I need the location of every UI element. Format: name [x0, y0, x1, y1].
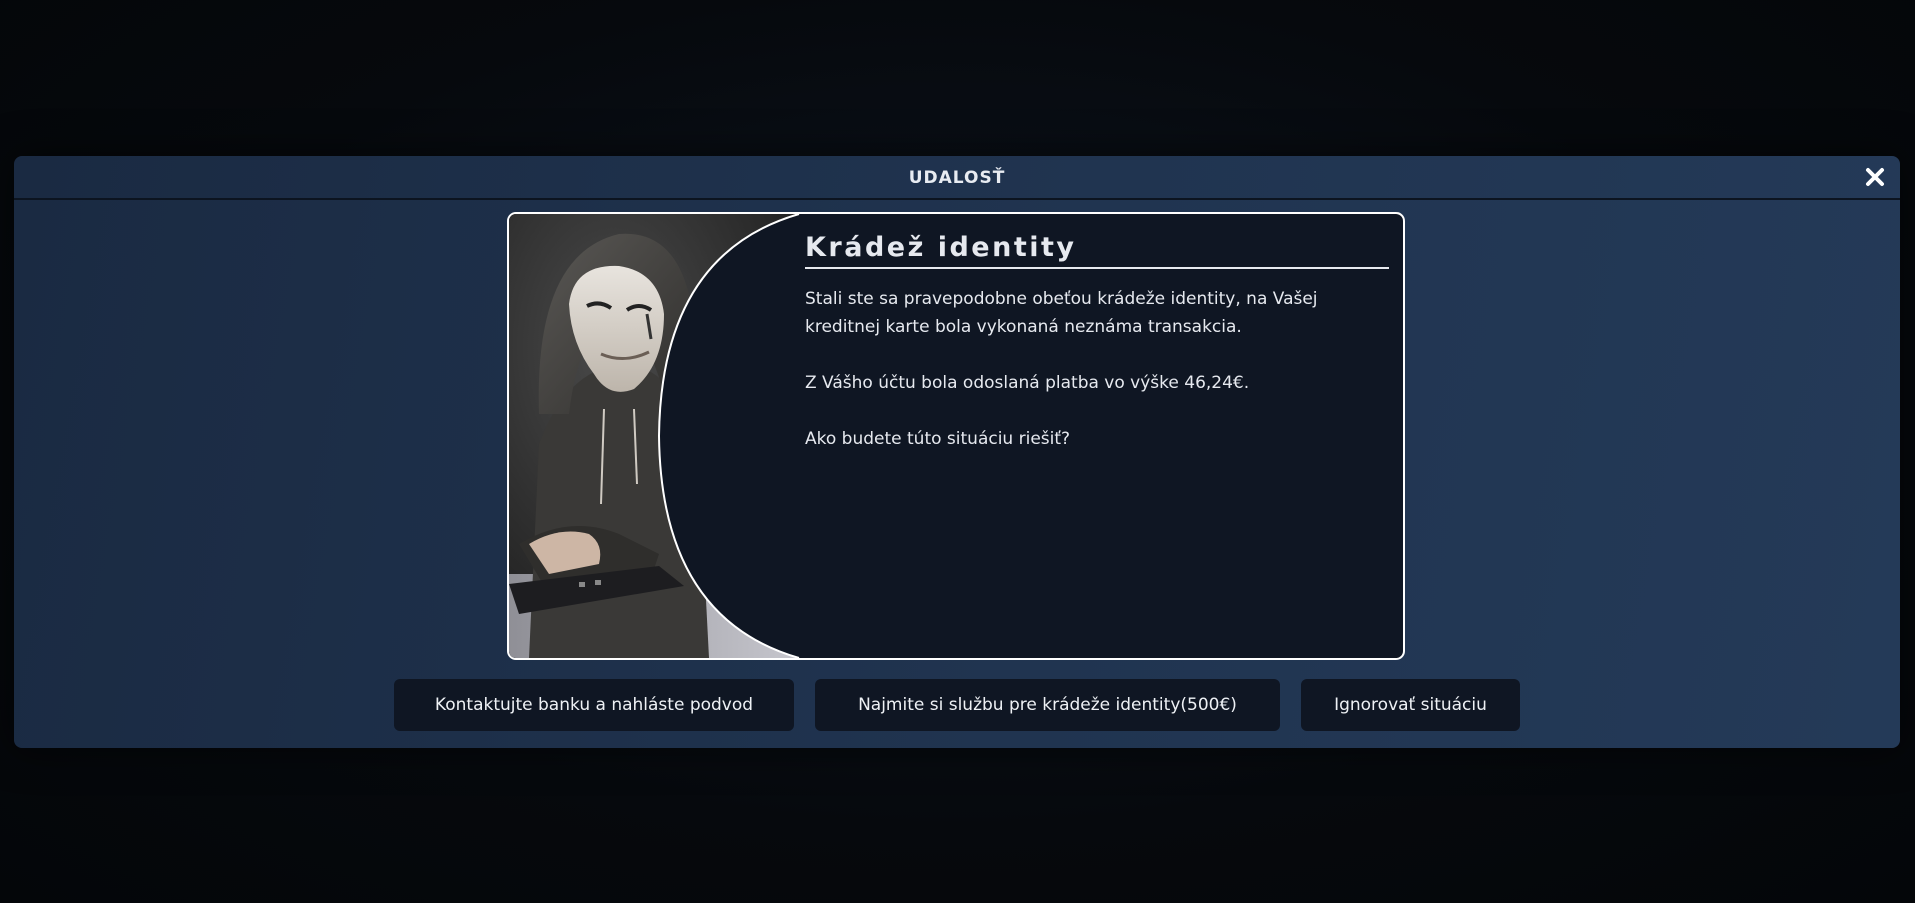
event-modal: UDALOSŤ Krádež identity Stali ste sa pra…	[14, 156, 1900, 748]
event-heading: Krádež identity	[805, 232, 1389, 269]
hire-identity-service-button[interactable]: Najmite si službu pre krádeže identity(5…	[815, 679, 1280, 731]
event-content: Krádež identity Stali ste sa pravepodobn…	[805, 232, 1389, 481]
modal-header: UDALOSŤ	[14, 156, 1900, 200]
modal-title: UDALOSŤ	[908, 168, 1006, 188]
close-x-icon	[1866, 168, 1884, 186]
event-card: Krádež identity Stali ste sa pravepodobn…	[507, 212, 1405, 660]
event-payment-info: Z Vášho účtu bola odoslaná platba vo výš…	[805, 373, 1250, 393]
action-buttons: Kontaktujte banku a nahláste podvod Najm…	[14, 679, 1900, 733]
hacker-illustration	[509, 214, 800, 658]
ignore-situation-button[interactable]: Ignorovať situáciu	[1301, 679, 1520, 731]
close-button[interactable]	[1860, 162, 1890, 192]
event-description: Stali ste sa pravepodobne obeťou krádeže…	[805, 289, 1318, 337]
contact-bank-button[interactable]: Kontaktujte banku a nahláste podvod	[394, 679, 794, 731]
event-image	[509, 214, 809, 658]
event-question: Ako budete túto situáciu riešiť?	[805, 429, 1071, 449]
